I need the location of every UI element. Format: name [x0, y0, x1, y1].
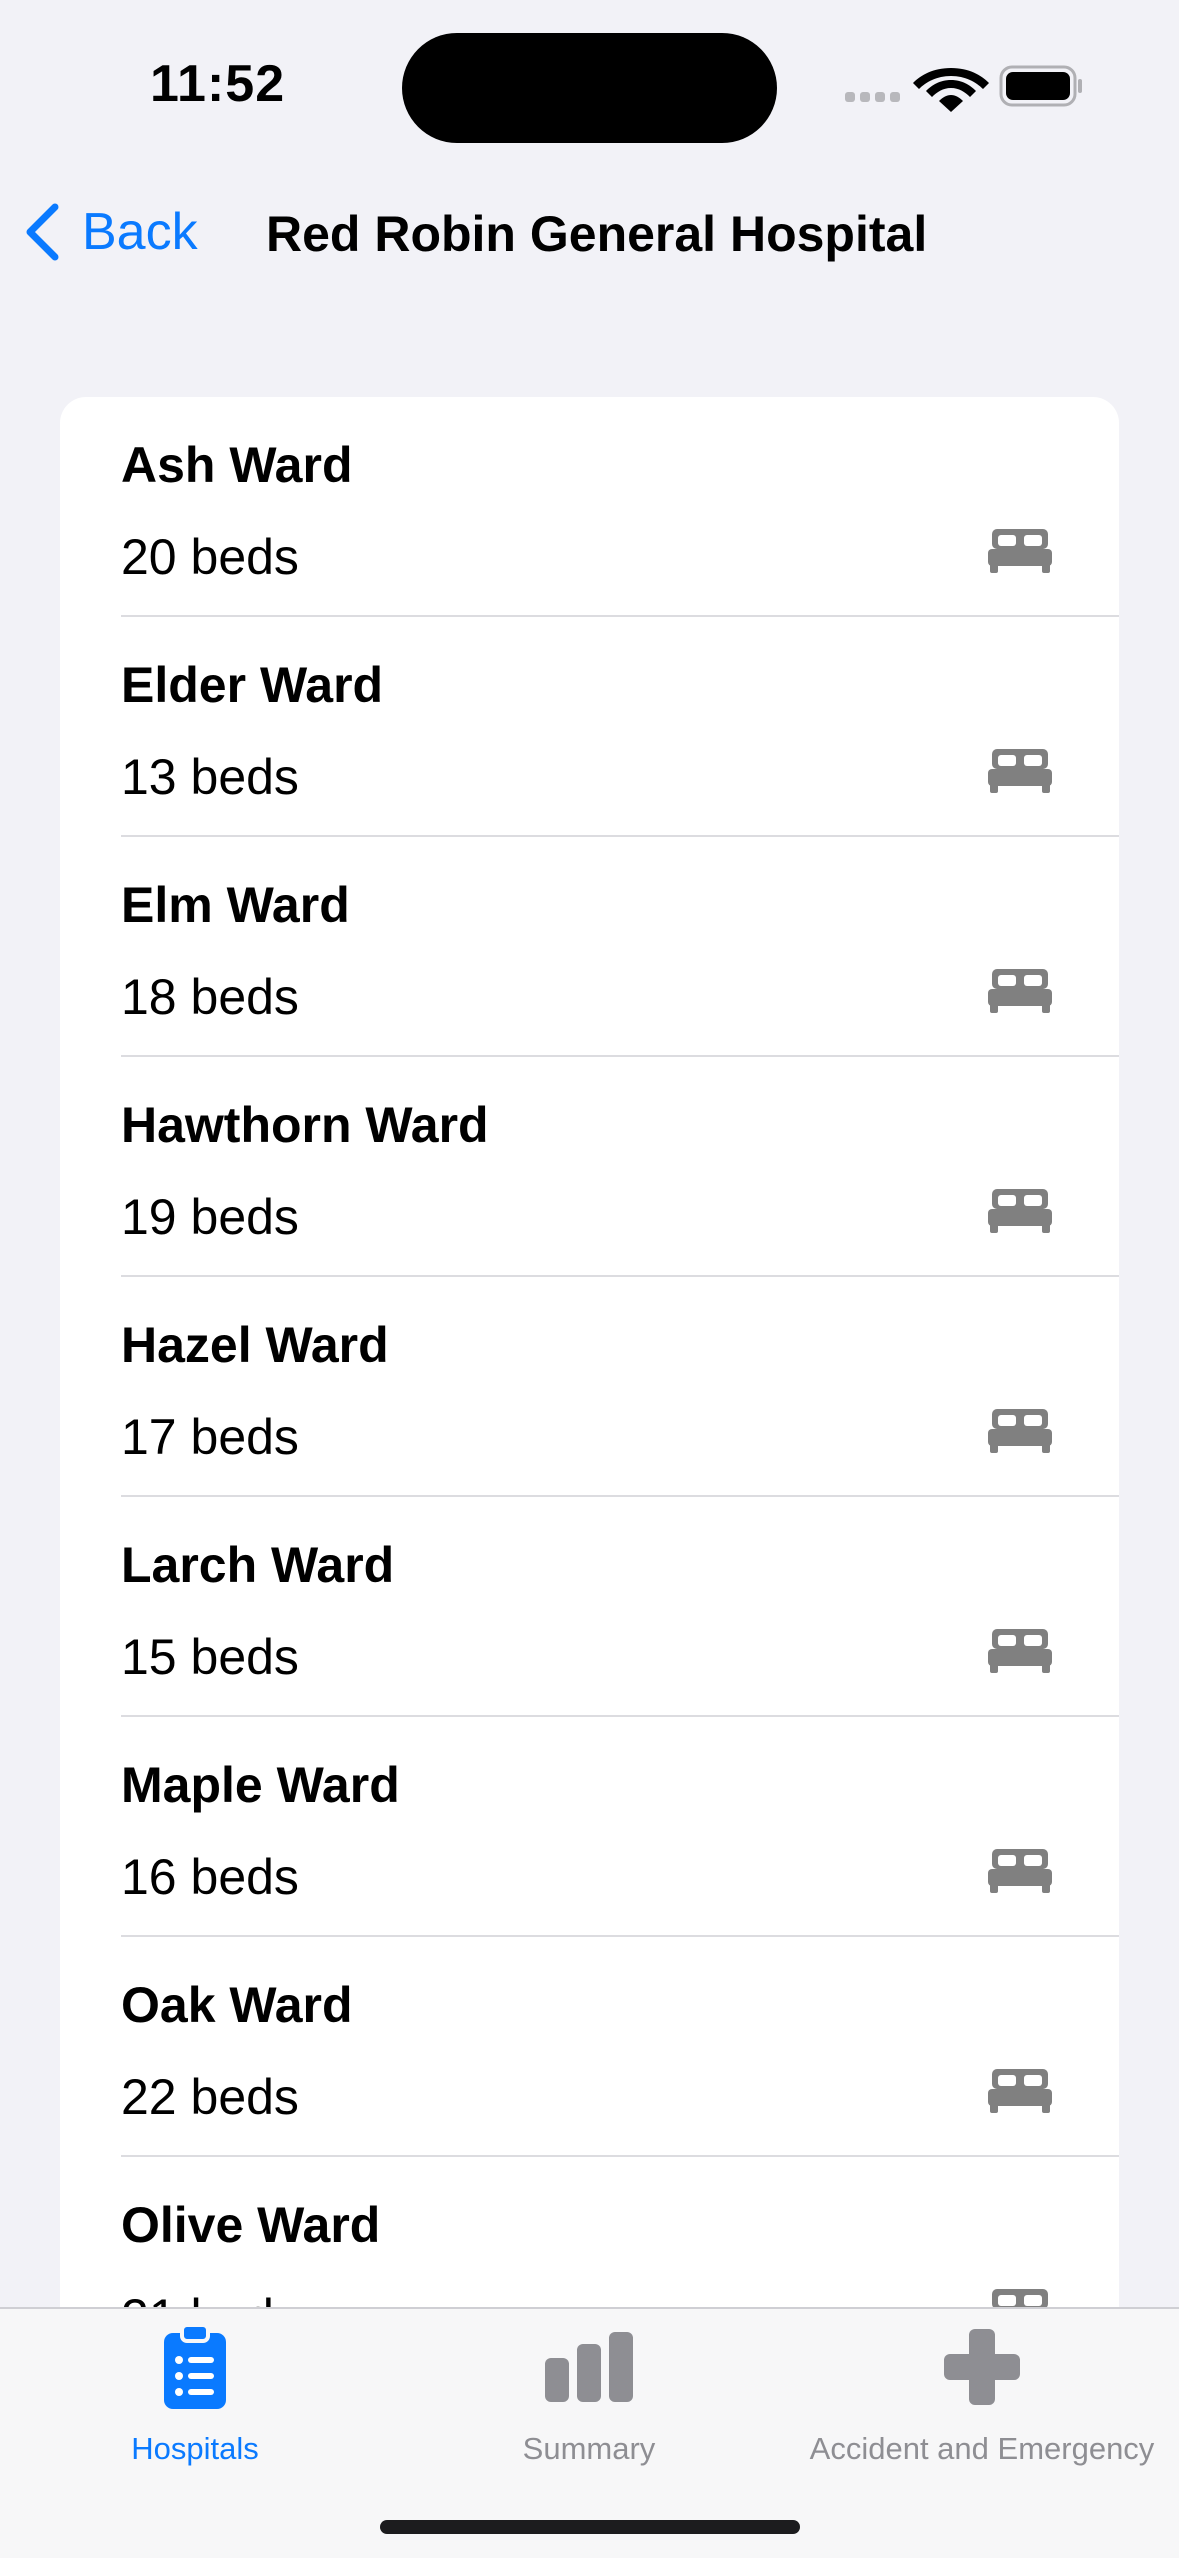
- bed-icon: [988, 2069, 1052, 2113]
- ward-name: Hawthorn Ward: [121, 1097, 489, 1153]
- ward-row[interactable]: Hazel Ward 17 beds: [60, 1277, 1119, 1497]
- bed-icon: [988, 529, 1052, 573]
- bed-icon: [988, 1629, 1052, 1673]
- ward-bed-count: 16 beds: [121, 1849, 299, 1905]
- ward-bed-count: 17 beds: [121, 1409, 299, 1465]
- status-bar: 11:52: [0, 0, 1179, 170]
- ward-row[interactable]: Maple Ward 16 beds: [60, 1717, 1119, 1937]
- tab-summary[interactable]: Summary: [489, 2319, 689, 2469]
- ward-name: Hazel Ward: [121, 1317, 389, 1373]
- ward-name: Maple Ward: [121, 1757, 400, 1813]
- wifi-icon: [913, 68, 989, 112]
- plus-cross-icon: [944, 2329, 1020, 2405]
- status-time: 11:52: [150, 55, 286, 113]
- ward-row[interactable]: Hawthorn Ward 19 beds: [60, 1057, 1119, 1277]
- ward-row[interactable]: Elm Ward 18 beds: [60, 837, 1119, 1057]
- page-title: Red Robin General Hospital: [266, 206, 928, 262]
- ward-row[interactable]: Elder Ward 13 beds: [60, 617, 1119, 837]
- ward-bed-count: 20 beds: [121, 529, 299, 585]
- dynamic-island: [402, 33, 777, 143]
- home-indicator: [380, 2520, 800, 2534]
- ward-list: Ash Ward 20 beds Elder Ward 13 beds Elm …: [60, 397, 1119, 2397]
- bed-icon: [988, 1189, 1052, 1233]
- cellular-signal-icon: [845, 92, 900, 102]
- tab-label: Summary: [522, 2431, 656, 2466]
- tab-label: Hospitals: [131, 2431, 259, 2466]
- ward-name: Oak Ward: [121, 1977, 353, 2033]
- battery-icon: [999, 65, 1082, 107]
- tab-hospitals[interactable]: Hospitals: [95, 2319, 295, 2469]
- ward-bed-count: 15 beds: [121, 1629, 299, 1685]
- ward-name: Elder Ward: [121, 657, 384, 713]
- clipboard-list-icon: [164, 2325, 226, 2409]
- ward-bed-count: 18 beds: [121, 969, 299, 1025]
- chevron-left-icon: [26, 203, 59, 261]
- ward-bed-count: 19 beds: [121, 1189, 299, 1245]
- bed-icon: [988, 969, 1052, 1013]
- back-button-label: Back: [82, 203, 198, 261]
- bed-icon: [988, 749, 1052, 793]
- tab-label: Accident and Emergency: [809, 2431, 1155, 2466]
- bar-chart-icon: [545, 2332, 633, 2402]
- bed-icon: [988, 1409, 1052, 1453]
- ward-name: Elm Ward: [121, 877, 350, 933]
- bed-icon: [988, 1849, 1052, 1893]
- status-icons: [845, 65, 1082, 112]
- ward-row[interactable]: Larch Ward 15 beds: [60, 1497, 1119, 1717]
- ward-name: Ash Ward: [121, 437, 353, 493]
- ward-row[interactable]: Ash Ward 20 beds: [60, 397, 1119, 617]
- ward-bed-count: 13 beds: [121, 749, 299, 805]
- ward-bed-count: 22 beds: [121, 2069, 299, 2125]
- tab-accident-and-emergency[interactable]: Accident and Emergency: [794, 2319, 1170, 2469]
- ward-name: Olive Ward: [121, 2197, 381, 2253]
- back-button[interactable]: Back: [24, 192, 198, 272]
- ward-row[interactable]: Oak Ward 22 beds: [60, 1937, 1119, 2157]
- navigation-bar: Back Red Robin General Hospital: [0, 180, 1179, 280]
- ward-name: Larch Ward: [121, 1537, 395, 1593]
